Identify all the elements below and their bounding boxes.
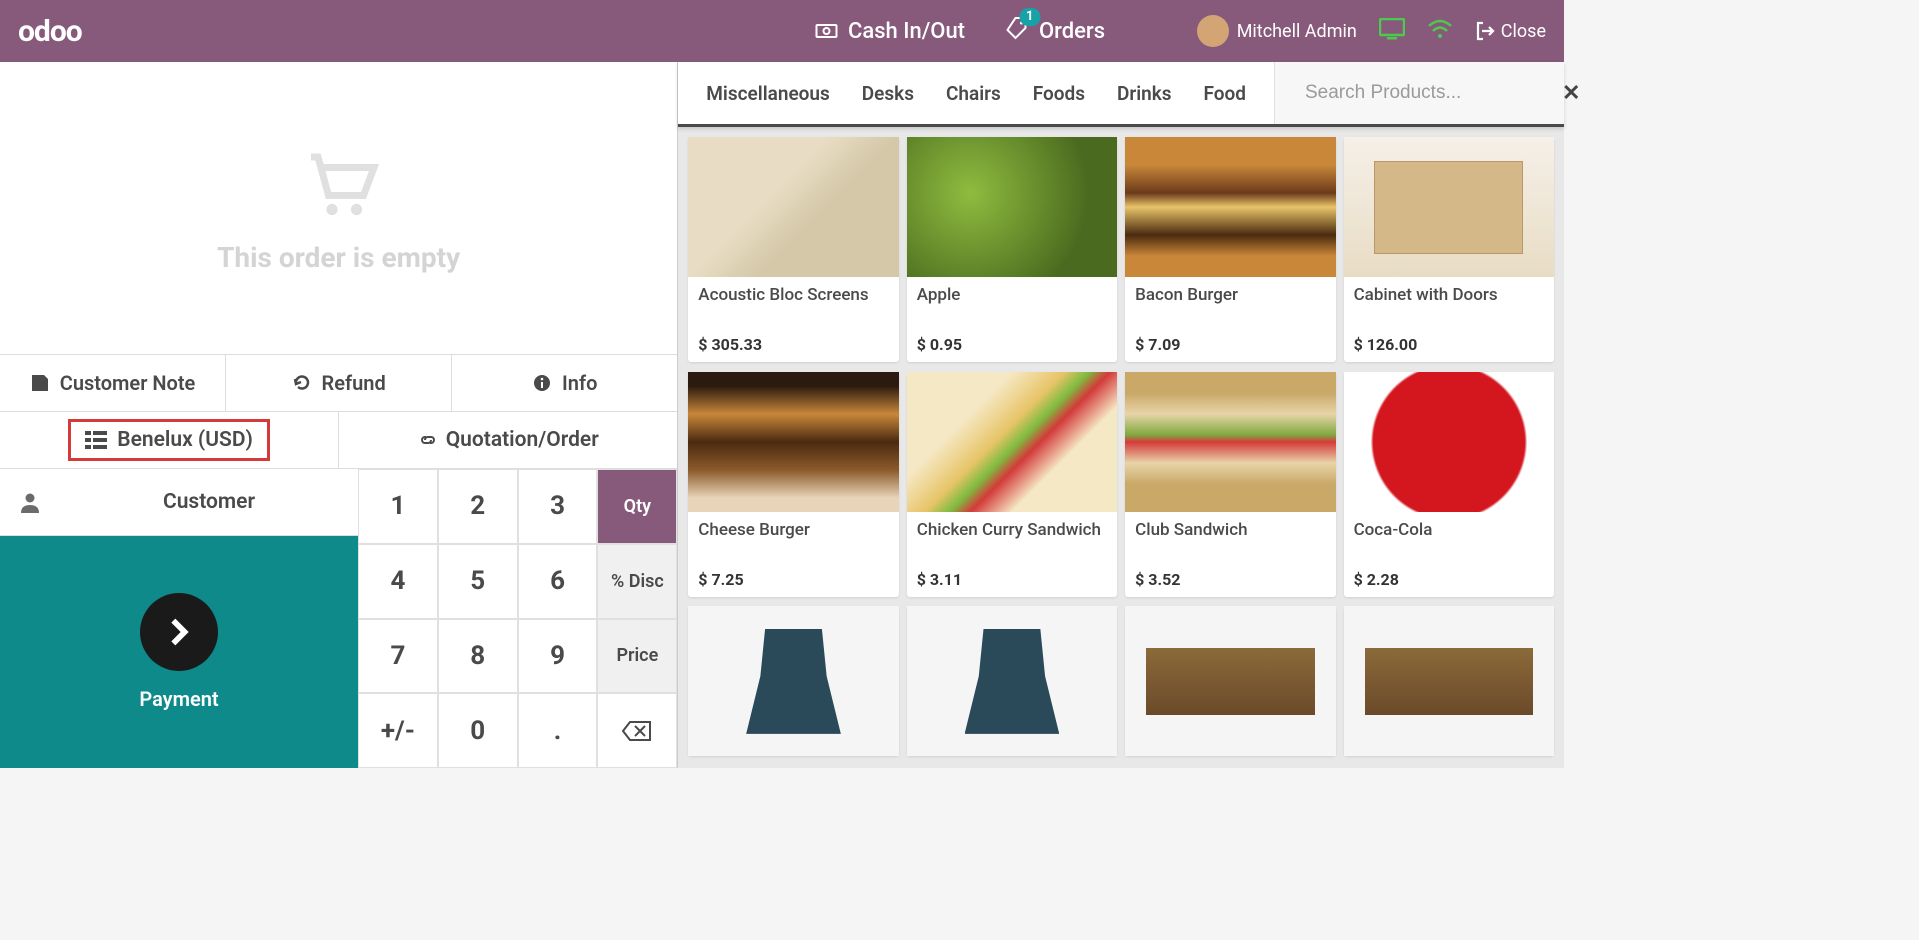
info-icon bbox=[532, 373, 552, 393]
avatar bbox=[1197, 15, 1229, 47]
numpad-mode-price[interactable]: Price bbox=[597, 619, 677, 694]
pricelist-button[interactable]: Benelux (USD) bbox=[0, 412, 339, 468]
product-thumb bbox=[1125, 372, 1335, 512]
numpad-mode-disc[interactable]: % Disc bbox=[597, 544, 677, 619]
product-card[interactable] bbox=[688, 606, 898, 756]
link-icon bbox=[418, 430, 438, 450]
product-card[interactable] bbox=[1125, 606, 1335, 756]
customer-button[interactable]: Customer bbox=[60, 490, 358, 514]
product-card[interactable]: Club Sandwich$ 3.52 bbox=[1125, 372, 1335, 597]
product-thumb bbox=[907, 606, 1117, 756]
cash-in-out-button[interactable]: Cash In/Out bbox=[814, 19, 965, 44]
numpad-9[interactable]: 9 bbox=[518, 619, 598, 694]
quotation-order-button[interactable]: Quotation/Order bbox=[339, 412, 677, 468]
cash-icon bbox=[814, 19, 838, 43]
product-thumb bbox=[907, 372, 1117, 512]
product-card[interactable]: Bacon Burger$ 7.09 bbox=[1125, 137, 1335, 362]
numpad-7[interactable]: 7 bbox=[358, 619, 438, 694]
app-header: odoo Cash In/Out 1 Orders Mitchell Admin bbox=[0, 0, 1564, 62]
product-thumb bbox=[1125, 606, 1335, 756]
numpad: 1 2 3 Qty 4 5 6 % Disc 7 8 9 Price +/- 0… bbox=[358, 469, 677, 768]
product-thumb bbox=[1125, 137, 1335, 277]
note-icon bbox=[30, 373, 50, 393]
product-thumb bbox=[688, 137, 898, 277]
product-thumb bbox=[688, 606, 898, 756]
order-panel: This order is empty Customer Note Refund… bbox=[0, 62, 678, 768]
search-box: ✕ bbox=[1274, 62, 1564, 124]
numpad-mode-qty[interactable]: Qty bbox=[597, 469, 677, 544]
product-grid: Acoustic Bloc Screens$ 305.33 Apple$ 0.9… bbox=[678, 127, 1564, 768]
product-thumb bbox=[1344, 137, 1554, 277]
product-card[interactable]: Coca-Cola$ 2.28 bbox=[1344, 372, 1554, 597]
product-panel: Miscellaneous Desks Chairs Foods Drinks … bbox=[678, 62, 1564, 768]
numpad-1[interactable]: 1 bbox=[358, 469, 438, 544]
monitor-icon[interactable] bbox=[1379, 18, 1405, 44]
category-bar: Miscellaneous Desks Chairs Foods Drinks … bbox=[678, 62, 1564, 127]
product-card[interactable]: Apple$ 0.95 bbox=[907, 137, 1117, 362]
numpad-5[interactable]: 5 bbox=[438, 544, 518, 619]
numpad-2[interactable]: 2 bbox=[438, 469, 518, 544]
customer-icon bbox=[0, 491, 60, 513]
product-thumb bbox=[1344, 372, 1554, 512]
product-card[interactable]: Cheese Burger$ 7.25 bbox=[688, 372, 898, 597]
numpad-0[interactable]: 0 bbox=[438, 693, 518, 768]
empty-order-text: This order is empty bbox=[217, 241, 460, 274]
refund-button[interactable]: Refund bbox=[226, 355, 452, 411]
payment-button[interactable]: Payment bbox=[0, 536, 358, 768]
category-drinks[interactable]: Drinks bbox=[1117, 82, 1172, 105]
numpad-4[interactable]: 4 bbox=[358, 544, 438, 619]
product-thumb bbox=[688, 372, 898, 512]
odoo-logo: odoo bbox=[18, 14, 82, 49]
backspace-icon bbox=[622, 720, 652, 742]
pricelist-highlight: Benelux (USD) bbox=[68, 419, 270, 461]
product-card[interactable] bbox=[1344, 606, 1554, 756]
product-card[interactable]: Acoustic Bloc Screens$ 305.33 bbox=[688, 137, 898, 362]
numpad-3[interactable]: 3 bbox=[518, 469, 598, 544]
signout-icon bbox=[1475, 21, 1495, 41]
order-lines-area: This order is empty bbox=[0, 62, 677, 354]
orders-button[interactable]: 1 Orders bbox=[1005, 16, 1105, 46]
cart-icon bbox=[297, 143, 381, 231]
close-button[interactable]: Close bbox=[1475, 21, 1546, 42]
product-thumb bbox=[1344, 606, 1554, 756]
category-miscellaneous[interactable]: Miscellaneous bbox=[706, 82, 830, 105]
category-foods[interactable]: Foods bbox=[1033, 82, 1085, 105]
category-desks[interactable]: Desks bbox=[862, 82, 914, 105]
category-food[interactable]: Food bbox=[1204, 82, 1246, 105]
chevron-right-icon bbox=[140, 593, 218, 671]
wifi-icon[interactable] bbox=[1427, 18, 1453, 44]
numpad-backspace[interactable] bbox=[597, 693, 677, 768]
product-card[interactable]: Chicken Curry Sandwich$ 3.11 bbox=[907, 372, 1117, 597]
info-button[interactable]: Info bbox=[452, 355, 677, 411]
numpad-sign[interactable]: +/- bbox=[358, 693, 438, 768]
customer-note-button[interactable]: Customer Note bbox=[0, 355, 226, 411]
search-input[interactable] bbox=[1305, 82, 1550, 104]
product-thumb bbox=[907, 137, 1117, 277]
list-icon bbox=[85, 431, 107, 449]
category-chairs[interactable]: Chairs bbox=[946, 82, 1001, 105]
numpad-dot[interactable]: . bbox=[518, 693, 598, 768]
numpad-6[interactable]: 6 bbox=[518, 544, 598, 619]
product-card[interactable] bbox=[907, 606, 1117, 756]
numpad-8[interactable]: 8 bbox=[438, 619, 518, 694]
undo-icon bbox=[292, 373, 312, 393]
user-menu[interactable]: Mitchell Admin bbox=[1197, 15, 1357, 47]
product-card[interactable]: Cabinet with Doors$ 126.00 bbox=[1344, 137, 1554, 362]
clear-search-icon[interactable]: ✕ bbox=[1562, 81, 1580, 106]
orders-badge: 1 bbox=[1019, 8, 1040, 26]
